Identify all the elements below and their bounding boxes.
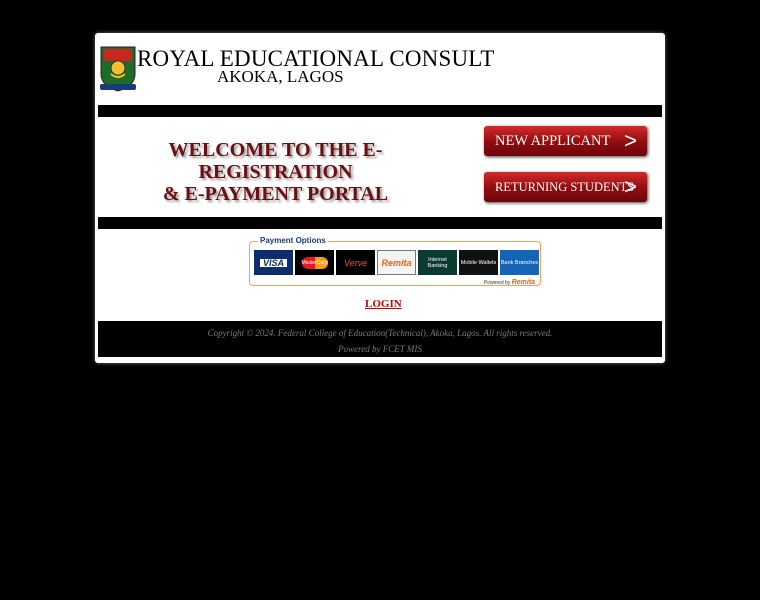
payment-methods: VISA MasterCard Verve Remita Internet Ba…: [254, 250, 539, 275]
header-divider: [98, 105, 662, 117]
footer: Copyright © 2024. Federal College of Edu…: [98, 321, 662, 357]
new-applicant-button[interactable]: NEW APPLICANT >: [484, 126, 647, 156]
returning-students-label: RETURNING STUDENTS: [495, 180, 635, 194]
new-applicant-label: NEW APPLICANT: [495, 133, 611, 149]
mastercard-logo: MasterCard: [295, 250, 334, 275]
remita-logo: Remita: [377, 250, 416, 275]
visa-logo: VISA: [254, 250, 293, 275]
internet-banking-logo: Internet Banking: [418, 250, 457, 275]
welcome-line-2: & E-PAYMENT PORTAL: [162, 183, 389, 205]
school-location: AKOKA, LAGOS: [217, 67, 344, 86]
chevron-right-icon: >: [624, 174, 637, 199]
bank-branches-logo: Bank Branches: [500, 250, 539, 275]
returning-students-button[interactable]: RETURNING STUDENTS >: [484, 172, 647, 202]
payment-options-title: Payment Options: [258, 236, 328, 245]
powered-by-text: Powered by FCET MIS: [338, 344, 422, 354]
portal-card: ROYAL EDUCATIONAL CONSULT AKOKA, LAGOS W…: [95, 33, 665, 363]
mobile-wallets-logo: Mobile Wallets: [459, 250, 498, 275]
login-link[interactable]: LOGIN: [365, 298, 402, 310]
verve-logo: Verve: [336, 250, 375, 275]
welcome-banner: WELCOME TO THE E-REGISTRATION & E-PAYMEN…: [97, 139, 454, 205]
welcome-line-1: WELCOME TO THE E-REGISTRATION: [168, 139, 383, 183]
payment-powered-by: Powered by Remita: [483, 279, 535, 286]
content-divider: [98, 217, 662, 229]
copyright-text: Copyright © 2024. Federal College of Edu…: [207, 328, 553, 338]
school-crest-icon: [100, 46, 136, 92]
payment-options-panel: Payment Options VISA MasterCard Verve Re…: [249, 236, 541, 286]
chevron-right-icon: >: [624, 128, 637, 153]
header: ROYAL EDUCATIONAL CONSULT AKOKA, LAGOS: [95, 33, 665, 101]
